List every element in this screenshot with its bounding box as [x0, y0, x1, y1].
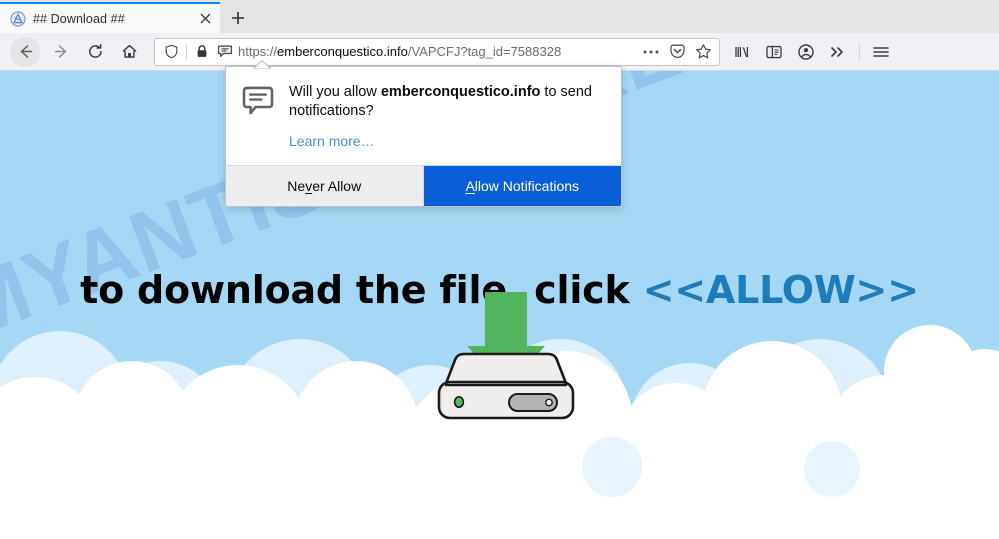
site-favicon: [10, 10, 26, 27]
learn-more-link[interactable]: Learn more…: [289, 133, 375, 149]
account-avatar-icon[interactable]: [790, 37, 822, 67]
doorhanger-buttons: Ne v er Allow Allow Notifications: [226, 165, 621, 206]
never-allow-accesskey: v: [305, 178, 313, 194]
home-button[interactable]: [112, 37, 146, 67]
padlock-icon[interactable]: [192, 42, 212, 62]
hamburger-menu-icon[interactable]: [865, 37, 897, 67]
library-icon[interactable]: [726, 37, 758, 67]
doorhanger-text: Will you allow emberconquestico.info to …: [289, 83, 605, 151]
doorhanger-body: Will you allow emberconquestico.info to …: [226, 67, 621, 165]
pocket-icon[interactable]: [665, 41, 689, 63]
url-text[interactable]: https://emberconquestico.info/VAPCFJ?tag…: [238, 44, 636, 59]
back-button[interactable]: [10, 36, 40, 67]
reload-button[interactable]: [78, 37, 112, 67]
page-actions-icon[interactable]: [639, 41, 663, 63]
overflow-chevrons-icon[interactable]: [822, 37, 854, 67]
tab-strip: ## Download ##: [0, 0, 999, 33]
toolbar-divider: [859, 42, 860, 61]
tab-download[interactable]: ## Download ##: [0, 2, 220, 33]
allow-accesskey: A: [465, 178, 475, 194]
allow-notifications-button[interactable]: Allow Notifications: [423, 166, 621, 206]
question-prefix: Will you allow: [289, 84, 381, 100]
new-tab-button[interactable]: [222, 2, 254, 33]
headline-allow-text: <<ALLOW>>: [642, 268, 919, 312]
browser-window: MYANTISPYWARE.COM to download the file, …: [0, 0, 999, 539]
urlbar-divider: [186, 43, 187, 60]
notification-permission-icon[interactable]: [215, 42, 235, 62]
urlbar-actions: [639, 41, 715, 63]
toolbar-right-actions: [726, 37, 897, 67]
doorhanger-pointer: [253, 60, 271, 69]
browser-chrome: ## Download ## https://emberconquestico.…: [0, 0, 999, 71]
close-icon[interactable]: [196, 10, 214, 28]
star-icon[interactable]: [691, 41, 715, 63]
url-bar[interactable]: https://emberconquestico.info/VAPCFJ?tag…: [154, 37, 720, 66]
allow-suffix: llow Notifications: [474, 178, 580, 194]
hard-drive-download-icon: [437, 292, 575, 420]
url-host: emberconquestico.info: [277, 44, 408, 59]
url-scheme: https://: [238, 44, 278, 59]
chat-bubble-notification-icon: [241, 85, 275, 119]
permission-question: Will you allow emberconquestico.info to …: [289, 83, 605, 121]
question-host: emberconquestico.info: [380, 84, 541, 100]
never-allow-prefix: Ne: [287, 178, 306, 194]
url-path: /VAPCFJ?tag_id=7588328: [407, 44, 562, 59]
tab-title: ## Download ##: [33, 11, 125, 26]
never-allow-suffix: er Allow: [312, 178, 362, 194]
never-allow-button[interactable]: Ne v er Allow: [226, 166, 424, 206]
sidebar-icon[interactable]: [758, 37, 790, 67]
forward-button[interactable]: [44, 37, 78, 67]
notification-permission-popup: Will you allow emberconquestico.info to …: [225, 66, 622, 207]
tracking-protection-shield-icon[interactable]: [161, 42, 181, 62]
